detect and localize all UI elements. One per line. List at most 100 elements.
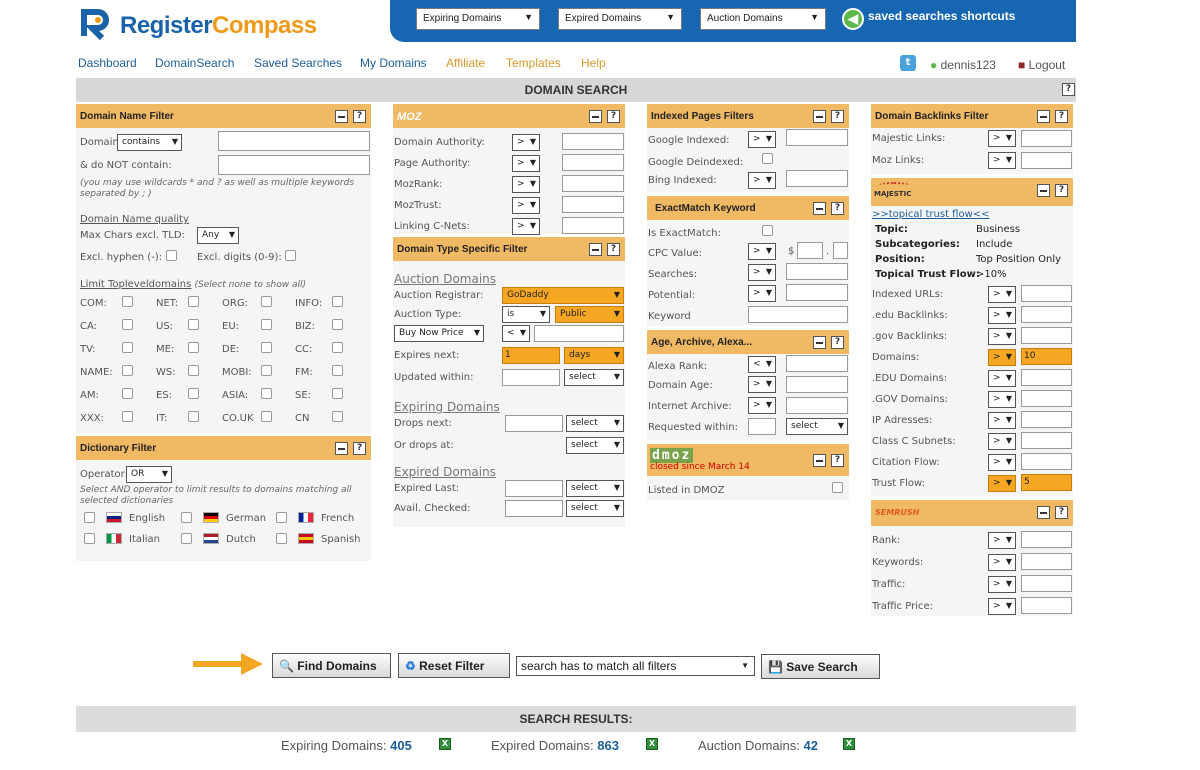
moz-metric-input[interactable]	[562, 175, 624, 192]
majestic-metric-op[interactable]: > ▼	[988, 307, 1016, 324]
requested-within-select[interactable]: select ▼	[786, 418, 848, 435]
help-icon[interactable]: ?	[831, 336, 844, 349]
cpc-cents-input[interactable]	[833, 242, 848, 259]
domain-age-op[interactable]: > ▼	[748, 376, 776, 393]
auction-domains-select[interactable]: Auction Domains ▼	[700, 8, 826, 30]
potential-input[interactable]	[786, 284, 848, 301]
language-checkbox[interactable]	[84, 512, 95, 523]
collapse-icon[interactable]	[813, 202, 826, 215]
semrush-metric-op[interactable]: > ▼	[988, 576, 1016, 593]
bing-indexed-op[interactable]: > ▼	[748, 172, 776, 189]
potential-op[interactable]: > ▼	[748, 285, 776, 302]
avail-checked-input[interactable]	[505, 500, 563, 517]
tld-checkbox[interactable]	[332, 319, 343, 330]
listed-dmoz-checkbox[interactable]	[832, 482, 843, 493]
help-icon[interactable]: ?	[831, 454, 844, 467]
help-icon[interactable]: ?	[607, 110, 620, 123]
nav-dashboard[interactable]: Dashboard	[78, 56, 137, 70]
majestic-metric-input[interactable]	[1021, 306, 1072, 323]
result-auction[interactable]: Auction Domains: 42	[698, 738, 818, 753]
tld-checkbox[interactable]	[332, 296, 343, 307]
help-icon[interactable]: ?	[1055, 184, 1068, 197]
semrush-metric-input[interactable]	[1021, 553, 1072, 570]
moz-metric-op[interactable]: > ▼	[512, 218, 540, 235]
tld-checkbox[interactable]	[188, 342, 199, 353]
tld-checkbox[interactable]	[188, 388, 199, 399]
tld-checkbox[interactable]	[332, 342, 343, 353]
tld-checkbox[interactable]	[122, 388, 133, 399]
is-exactmatch-checkbox[interactable]	[762, 225, 773, 236]
semrush-metric-op[interactable]: > ▼	[988, 598, 1016, 615]
tld-checkbox[interactable]	[261, 296, 272, 307]
majestic-metric-op[interactable]: > ▼	[988, 454, 1016, 471]
internet-archive-input[interactable]	[786, 397, 848, 414]
moz-metric-input[interactable]	[562, 154, 624, 171]
collapse-icon[interactable]	[335, 110, 348, 123]
majestic-metric-input[interactable]: 5	[1021, 474, 1072, 491]
tld-checkbox[interactable]	[188, 296, 199, 307]
twitter-icon[interactable]: t	[900, 55, 916, 71]
language-checkbox[interactable]	[276, 512, 287, 523]
collapse-icon[interactable]	[813, 336, 826, 349]
nav-domainsearch[interactable]: DomainSearch	[155, 56, 234, 70]
auction-type-select[interactable]: Public ▼	[555, 306, 624, 323]
expires-unit-select[interactable]: days ▼	[564, 347, 624, 364]
nav-saved-searches[interactable]: Saved Searches	[254, 56, 342, 70]
reset-filter-button[interactable]: ♻ Reset Filter	[398, 653, 510, 678]
drops-at-select[interactable]: select ▼	[566, 437, 624, 454]
majestic-metric-op[interactable]: > ▼	[988, 412, 1016, 429]
find-domains-button[interactable]: 🔍 Find Domains	[272, 653, 391, 678]
user-menu[interactable]: ● dennis123	[930, 58, 996, 72]
save-search-button[interactable]: 💾 Save Search	[761, 654, 880, 679]
tld-checkbox[interactable]	[188, 365, 199, 376]
majestic-links-input[interactable]	[1021, 130, 1072, 147]
tld-checkbox[interactable]	[188, 411, 199, 422]
collapse-icon[interactable]	[589, 110, 602, 123]
majestic-metric-input[interactable]	[1021, 285, 1072, 302]
tld-checkbox[interactable]	[261, 365, 272, 376]
searches-op[interactable]: > ▼	[748, 264, 776, 281]
updated-within-select[interactable]: select ▼	[564, 369, 624, 386]
collapse-icon[interactable]	[1037, 110, 1050, 123]
help-icon[interactable]: ?	[1062, 83, 1075, 96]
tld-checkbox[interactable]	[332, 365, 343, 376]
google-deindexed-checkbox[interactable]	[762, 153, 773, 164]
tld-checkbox[interactable]	[261, 411, 272, 422]
moz-metric-op[interactable]: > ▼	[512, 155, 540, 172]
help-icon[interactable]: ?	[1055, 506, 1068, 519]
majestic-metric-input[interactable]	[1021, 453, 1072, 470]
majestic-metric-op[interactable]: > ▼	[988, 349, 1016, 366]
majestic-metric-op[interactable]: > ▼	[988, 286, 1016, 303]
tld-checkbox[interactable]	[122, 296, 133, 307]
collapse-icon[interactable]	[813, 454, 826, 467]
language-checkbox[interactable]	[276, 533, 287, 544]
moz-metric-op[interactable]: > ▼	[512, 134, 540, 151]
tld-checkbox[interactable]	[261, 388, 272, 399]
language-checkbox[interactable]	[181, 512, 192, 523]
moz-metric-op[interactable]: > ▼	[512, 197, 540, 214]
moz-links-op[interactable]: > ▼	[988, 152, 1016, 169]
help-icon[interactable]: ?	[831, 110, 844, 123]
moz-links-input[interactable]	[1021, 152, 1072, 169]
updated-within-input[interactable]	[502, 369, 560, 386]
domain-contains-input[interactable]	[218, 131, 370, 151]
internet-archive-op[interactable]: > ▼	[748, 397, 776, 414]
topical-trust-flow-link[interactable]: >>topical trust flow<<	[872, 209, 990, 220]
keyword-input[interactable]	[748, 306, 848, 323]
digits-checkbox[interactable]	[285, 250, 296, 261]
semrush-metric-op[interactable]: > ▼	[988, 532, 1016, 549]
logout-link[interactable]: ■ Logout	[1018, 58, 1065, 72]
match-mode-select[interactable]: search has to match all filters ▼	[516, 656, 755, 676]
semrush-metric-op[interactable]: > ▼	[988, 554, 1016, 571]
majestic-metric-op[interactable]: > ▼	[988, 370, 1016, 387]
expired-last-select[interactable]: select ▼	[566, 480, 624, 497]
majestic-metric-op[interactable]: > ▼	[988, 433, 1016, 450]
tld-checkbox[interactable]	[122, 342, 133, 353]
expiring-domains-select[interactable]: Expiring Domains ▼	[416, 8, 540, 30]
searches-input[interactable]	[786, 263, 848, 280]
majestic-links-op[interactable]: > ▼	[988, 130, 1016, 147]
cpc-dollars-input[interactable]	[797, 242, 823, 259]
language-checkbox[interactable]	[181, 533, 192, 544]
alexa-rank-op[interactable]: < ▼	[748, 356, 776, 373]
moz-metric-input[interactable]	[562, 196, 624, 213]
